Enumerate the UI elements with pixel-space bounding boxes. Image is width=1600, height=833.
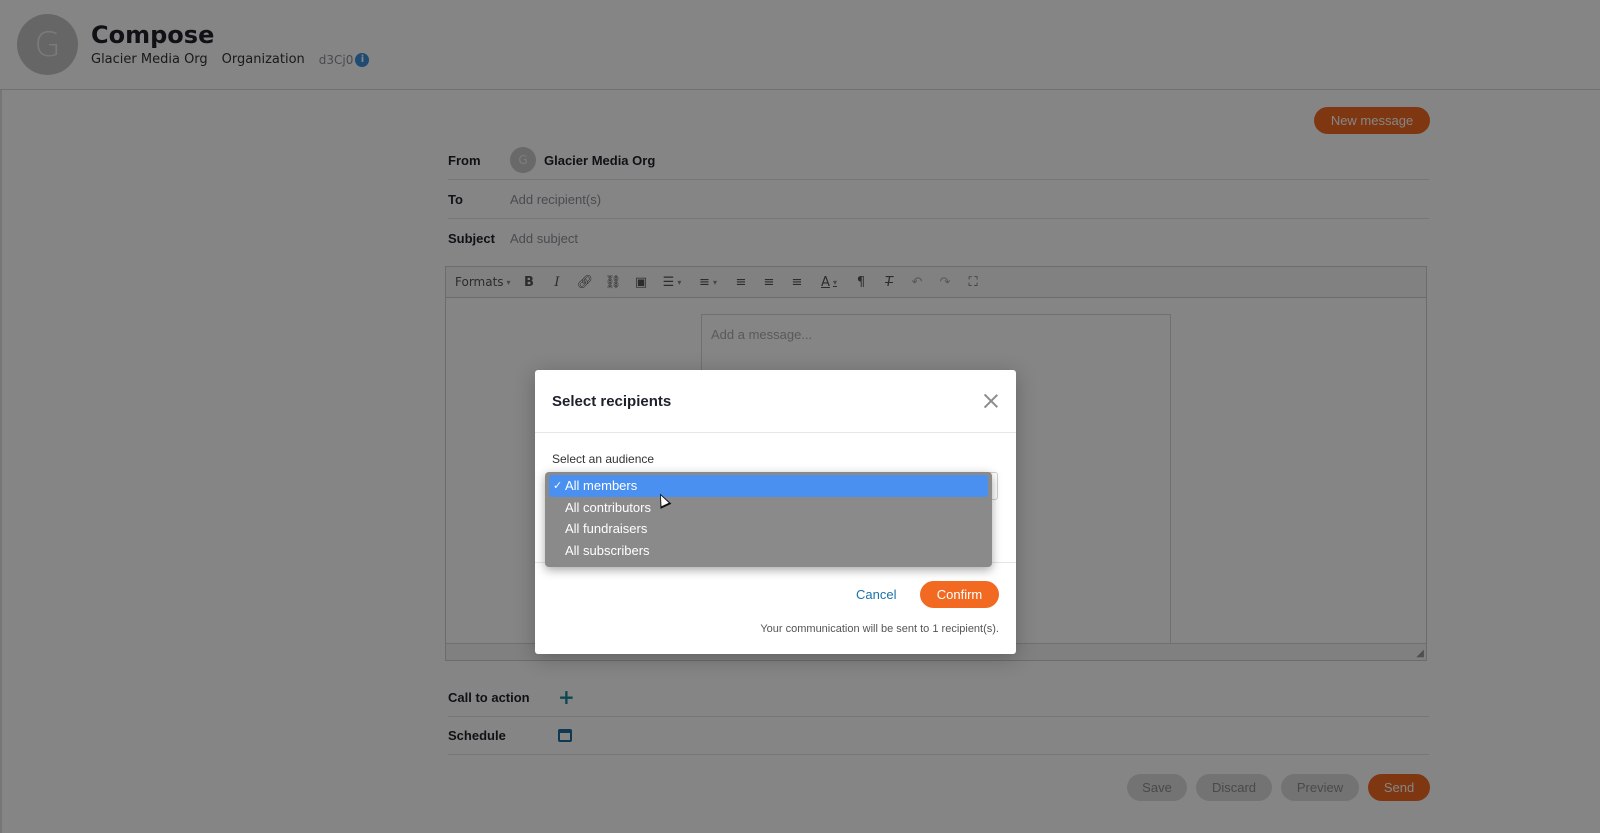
confirm-button[interactable]: Confirm	[920, 581, 999, 608]
close-icon[interactable]	[982, 392, 1000, 410]
dropdown-option-all-fundraisers[interactable]: All fundraisers	[549, 518, 988, 540]
recipient-count-note: Your communication will be sent to 1 rec…	[760, 623, 999, 635]
audience-label: Select an audience	[552, 452, 655, 466]
dropdown-option-all-contributors[interactable]: All contributors	[549, 497, 988, 519]
modal-title: Select recipients	[552, 392, 672, 410]
cancel-button[interactable]: Cancel	[856, 587, 896, 602]
audience-dropdown-list: ✓ All members All contributors All fundr…	[545, 472, 992, 567]
dropdown-option-all-members[interactable]: ✓ All members	[549, 475, 988, 497]
dropdown-option-all-subscribers[interactable]: All subscribers	[549, 540, 988, 562]
checkmark-icon: ✓	[553, 480, 563, 493]
modal-header: Select recipients	[535, 370, 1016, 433]
